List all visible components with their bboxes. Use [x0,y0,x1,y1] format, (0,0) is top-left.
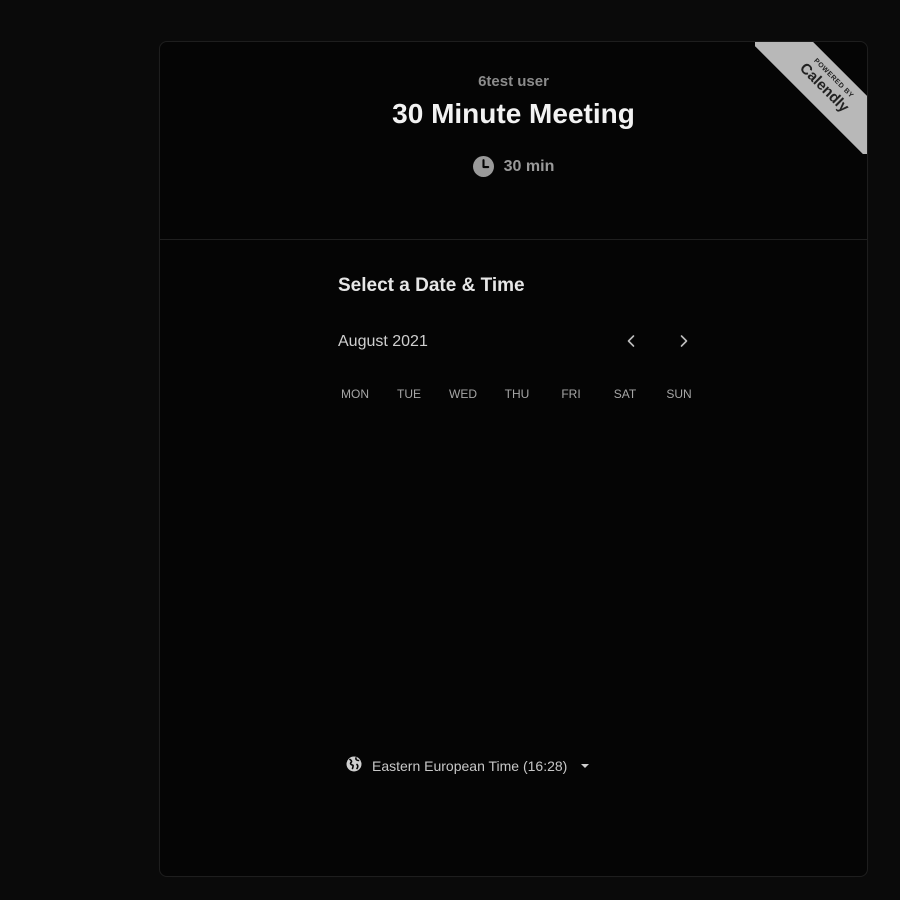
month-navigation: August 2021 [338,331,698,355]
weekday-label: TUE [397,387,421,401]
booking-card: 6test user 30 Minute Meeting 30 min POWE… [159,41,868,877]
weekday-label: THU [504,387,530,401]
caret-down-icon [581,763,590,768]
weekday-label: SAT [613,387,637,401]
timezone-selector[interactable]: Eastern European Time (16:28) [346,756,590,775]
timezone-label: Eastern European Time (16:28) [372,757,568,774]
section-title: Select a Date & Time [338,275,525,296]
globe-icon [346,756,362,775]
weekday-label: MON [341,387,369,401]
next-month-button[interactable] [672,331,696,355]
chevron-left-icon [626,333,636,354]
chevron-right-icon [679,333,689,354]
month-label: August 2021 [338,333,428,350]
powered-by-badge[interactable]: POWERED BY Calendly [755,42,867,154]
weekday-header: MON TUE WED THU FRI SAT SUN [328,387,706,401]
clock-icon [472,156,494,177]
weekday-label: SUN [666,387,692,401]
duration-label: 30 min [503,157,555,175]
event-duration: 30 min [160,156,867,177]
previous-month-button[interactable] [619,331,643,355]
weekday-label: WED [449,387,477,401]
weekday-label: FRI [561,387,581,401]
